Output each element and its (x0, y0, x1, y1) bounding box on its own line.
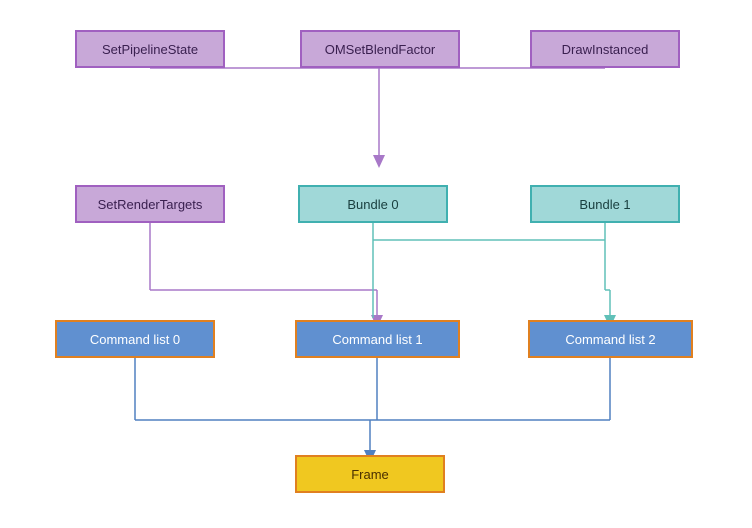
cmd-list1-node: Command list 1 (295, 320, 460, 358)
set-pipeline-state-node: SetPipelineState (75, 30, 225, 68)
frame-node: Frame (295, 455, 445, 493)
arrows-layer (0, 0, 752, 528)
set-render-targets-label: SetRenderTargets (98, 197, 203, 212)
set-pipeline-state-label: SetPipelineState (102, 42, 198, 57)
om-set-blend-factor-node: OMSetBlendFactor (300, 30, 460, 68)
bundle1-label: Bundle 1 (579, 197, 630, 212)
frame-label: Frame (351, 467, 389, 482)
draw-instanced-node: DrawInstanced (530, 30, 680, 68)
cmd-list0-label: Command list 0 (90, 332, 180, 347)
bundle1-node: Bundle 1 (530, 185, 680, 223)
cmd-list2-node: Command list 2 (528, 320, 693, 358)
cmd-list2-label: Command list 2 (565, 332, 655, 347)
set-render-targets-node: SetRenderTargets (75, 185, 225, 223)
om-set-blend-label: OMSetBlendFactor (325, 42, 436, 57)
diagram: SetPipelineState OMSetBlendFactor DrawIn… (0, 0, 752, 528)
cmd-list1-label: Command list 1 (332, 332, 422, 347)
draw-instanced-label: DrawInstanced (562, 42, 649, 57)
cmd-list0-node: Command list 0 (55, 320, 215, 358)
bundle0-label: Bundle 0 (347, 197, 398, 212)
bundle0-node: Bundle 0 (298, 185, 448, 223)
